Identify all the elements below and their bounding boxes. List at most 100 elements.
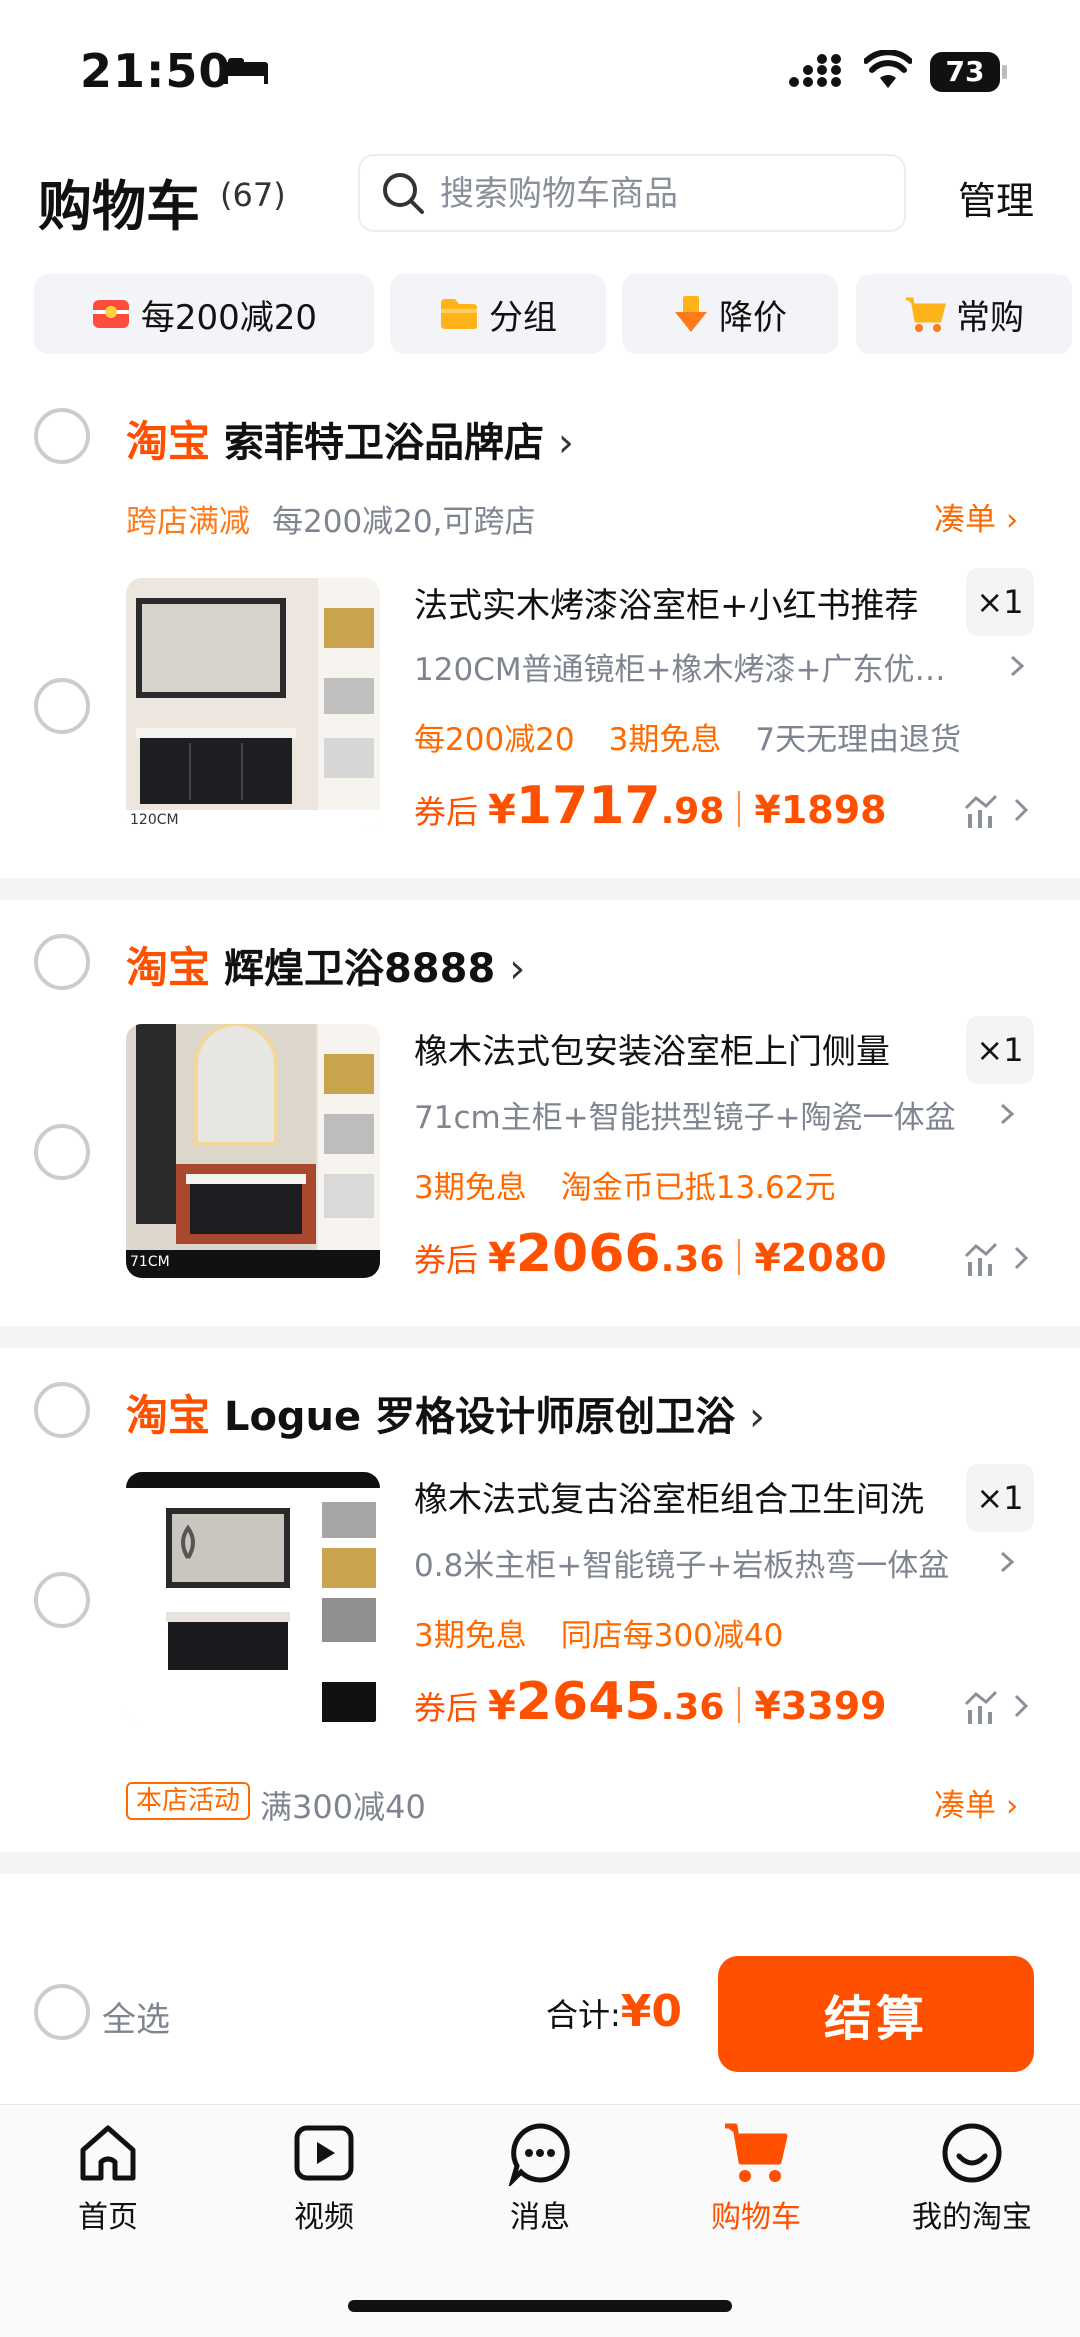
- item-select-radio[interactable]: [34, 678, 90, 734]
- store-name-link[interactable]: 淘宝 辉煌卫浴8888 ›: [126, 934, 525, 995]
- cart-count: (67): [220, 176, 286, 214]
- quantity-selector[interactable]: ×1: [966, 1016, 1034, 1084]
- store-name-link[interactable]: 淘宝 索菲特卫浴品牌店 ›: [126, 408, 574, 469]
- search-box[interactable]: [358, 154, 906, 232]
- original-price: ¥1898: [754, 788, 887, 832]
- search-icon: [383, 173, 424, 214]
- promo-tag: 3期免息: [414, 1170, 527, 1206]
- promo-tags: 3期免息 同店每300减40: [414, 1610, 817, 1655]
- sku-selector[interactable]: 71cm主柜+智能拱型镜子+陶瓷一体盆: [414, 1092, 956, 1137]
- product-title[interactable]: 橡木法式复古浴室柜组合卫生间洗: [414, 1472, 924, 1521]
- folder-icon: [441, 299, 477, 329]
- home-icon: [80, 2125, 136, 2181]
- total-price: 合计:¥0: [546, 1986, 682, 2037]
- manage-button[interactable]: 管理: [958, 170, 1034, 225]
- bathroom-cabinet-image: [126, 1472, 380, 1726]
- cart-icon: [906, 297, 946, 332]
- promo-tag: 每200减20: [414, 722, 575, 758]
- battery-level: 73: [930, 52, 1000, 92]
- sleep-mode-icon: [224, 58, 268, 84]
- coudan-link[interactable]: 凑单 ›: [934, 494, 1018, 539]
- price-label: 券后: [414, 793, 479, 831]
- price-decimal: .98: [660, 791, 725, 832]
- price-integer: 2066: [515, 1224, 661, 1284]
- quantity-selector[interactable]: ×1: [966, 568, 1034, 636]
- home-indicator: [348, 2300, 732, 2312]
- status-time: 21:50: [80, 44, 232, 98]
- price-decimal: .36: [660, 1239, 725, 1280]
- price-row: 券后 ¥2645.36 ¥3399: [414, 1672, 887, 1732]
- tab-label: 我的淘宝: [912, 2200, 1032, 2235]
- product-image[interactable]: [126, 1472, 380, 1726]
- promo-tags: 3期免息 淘金币已抵13.62元: [414, 1162, 869, 1207]
- original-price: ¥2080: [754, 1236, 887, 1280]
- total-value: ¥0: [620, 1986, 683, 2037]
- store-select-radio[interactable]: [34, 1382, 90, 1438]
- price-row: 券后 ¥1717.98 ¥1898: [414, 776, 887, 836]
- item-select-radio[interactable]: [34, 1124, 90, 1180]
- bathroom-cabinet-image: [126, 578, 380, 832]
- tab-cart[interactable]: 购物车: [666, 2120, 846, 2236]
- price-trend-icon[interactable]: [964, 1686, 1034, 1726]
- promo-tag: 7天无理由退货: [755, 722, 962, 758]
- promo-tag: 3期免息: [414, 1618, 527, 1654]
- product-image[interactable]: 71CM: [126, 1024, 380, 1278]
- chip-frequent[interactable]: 常购: [856, 274, 1072, 354]
- platform-label: 淘宝: [126, 417, 211, 466]
- select-all-label[interactable]: 全选: [102, 1992, 170, 2041]
- store-select-radio[interactable]: [34, 408, 90, 464]
- product-title[interactable]: 法式实木烤漆浴室柜+小红书推荐: [414, 578, 919, 627]
- chip-label: 常购: [956, 297, 1024, 338]
- sku-selector[interactable]: 0.8米主柜+智能镜子+岩板热弯一体盆: [414, 1540, 949, 1585]
- tab-label: 首页: [78, 2200, 138, 2235]
- section-divider: [0, 1852, 1080, 1874]
- wifi-icon: [864, 50, 912, 88]
- chip-discount[interactable]: 每200减20: [34, 274, 374, 354]
- coudan-label: 凑单: [934, 502, 996, 538]
- chip-price-drop[interactable]: 降价: [622, 274, 838, 354]
- tab-messages[interactable]: 消息: [450, 2120, 630, 2236]
- promo-tag: 3期免息: [608, 722, 722, 758]
- tab-video[interactable]: 视频: [234, 2120, 414, 2236]
- section-divider: [0, 1326, 1080, 1348]
- chevron-right-icon: [1000, 1103, 1014, 1125]
- chevron-right-icon: [1000, 1551, 1014, 1573]
- product-title[interactable]: 橡木法式包安装浴室柜上门侧量: [414, 1024, 890, 1073]
- tab-home[interactable]: 首页: [18, 2120, 198, 2236]
- price-label: 券后: [414, 1689, 479, 1727]
- product-image[interactable]: 120CM: [126, 578, 380, 832]
- status-bar: 21:50 73: [0, 0, 1080, 140]
- total-label: 合计:: [546, 1996, 621, 2034]
- store-activity-text: 满300减40: [260, 1788, 426, 1826]
- coupon-icon: [92, 300, 129, 328]
- promo-tag: 淘金币已抵13.62元: [560, 1170, 836, 1206]
- select-all-radio[interactable]: [34, 1984, 90, 2040]
- price-trend-icon[interactable]: [964, 790, 1034, 830]
- item-select-radio[interactable]: [34, 1572, 90, 1628]
- cross-store-promo-text: 每200减20,可跨店: [272, 504, 536, 540]
- cart-icon: [725, 2123, 788, 2182]
- size-badge: 71CM: [130, 1254, 170, 1270]
- tab-profile[interactable]: 我的淘宝: [882, 2120, 1062, 2236]
- chip-group[interactable]: 分组: [390, 274, 606, 354]
- price-drop-icon: [675, 296, 707, 332]
- quantity-selector[interactable]: ×1: [966, 1464, 1034, 1532]
- tab-label: 购物车: [711, 2200, 801, 2235]
- checkout-button[interactable]: 结算: [718, 1956, 1034, 2072]
- price-trend-icon[interactable]: [964, 1238, 1034, 1278]
- tab-label: 消息: [510, 2200, 570, 2235]
- coudan-label: 凑单: [934, 1788, 996, 1824]
- currency-symbol: ¥: [488, 1683, 516, 1729]
- price-decimal: .36: [660, 1687, 725, 1728]
- profile-icon: [942, 2123, 1002, 2183]
- message-icon: [508, 2123, 570, 2186]
- sku-selector[interactable]: 120CM普通镜柜+橡木烤漆+广东优…: [414, 644, 946, 689]
- currency-symbol: ¥: [488, 1235, 516, 1281]
- coudan-link[interactable]: 凑单 ›: [934, 1780, 1018, 1825]
- store-select-radio[interactable]: [34, 934, 90, 990]
- bathroom-cabinet-image: [126, 1024, 380, 1278]
- store-name-link[interactable]: 淘宝 Logue 罗格设计师原创卫浴 ›: [126, 1382, 765, 1443]
- chip-label: 分组: [489, 297, 557, 338]
- promo-tags: 每200减20 3期免息 7天无理由退货: [414, 714, 995, 759]
- search-input[interactable]: [440, 170, 880, 218]
